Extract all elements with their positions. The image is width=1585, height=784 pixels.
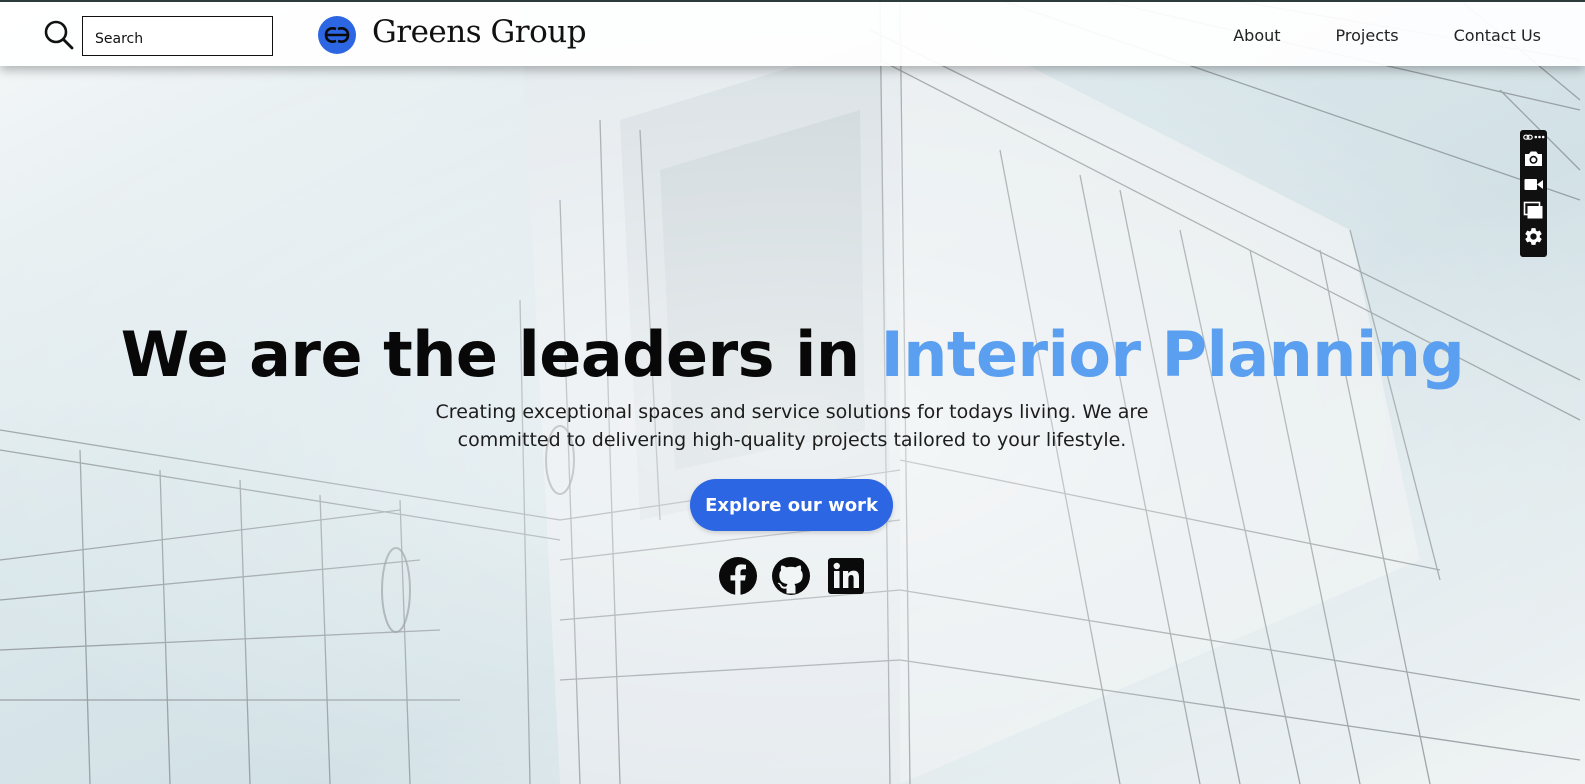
brand-logo-icon[interactable] <box>318 16 356 54</box>
search-icon[interactable] <box>43 19 75 51</box>
headline-accent-text: Interior Planning <box>880 318 1465 391</box>
video-icon[interactable] <box>1523 174 1544 195</box>
main-nav: About Projects Contact Us <box>1178 26 1541 45</box>
headline-main-text: We are the leaders in <box>120 318 881 391</box>
hero-section: We are the leaders in Interior Planning … <box>0 0 1585 784</box>
camera-icon[interactable] <box>1523 148 1544 169</box>
link-icon[interactable] <box>1523 133 1533 142</box>
nav-link-projects[interactable]: Projects <box>1336 26 1399 45</box>
top-navigation-bar: Greens Group About Projects Contact Us <box>0 0 1585 66</box>
github-icon[interactable] <box>771 556 811 596</box>
settings-icon[interactable] <box>1523 226 1544 247</box>
linkedin-icon[interactable] <box>826 556 866 596</box>
brand-name[interactable]: Greens Group <box>372 14 587 50</box>
facebook-icon[interactable] <box>718 556 758 596</box>
hero-subtitle: Creating exceptional spaces and service … <box>435 401 1149 451</box>
explore-our-work-button[interactable]: Explore our work <box>690 479 893 531</box>
search-input[interactable] <box>82 16 273 56</box>
more-icon[interactable] <box>1534 134 1545 140</box>
nav-link-contact-us[interactable]: Contact Us <box>1454 26 1541 45</box>
nav-link-about[interactable]: About <box>1233 26 1280 45</box>
window-icon[interactable] <box>1523 200 1544 221</box>
floating-toolbar <box>1520 130 1547 257</box>
hero-headline: We are the leaders in Interior Planning <box>0 318 1585 391</box>
